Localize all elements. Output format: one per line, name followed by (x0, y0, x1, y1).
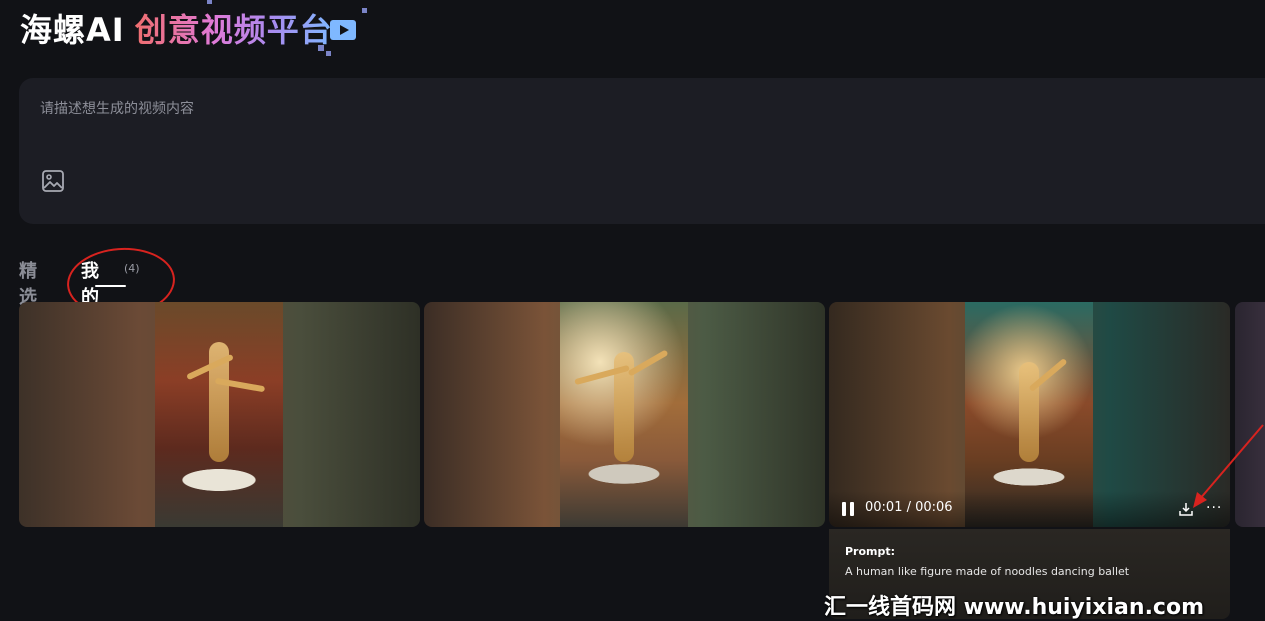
logo-pixel-decoration (326, 51, 331, 56)
noodle-figure (1019, 362, 1039, 462)
prompt-input-box[interactable]: 请描述想生成的视频内容 (19, 78, 1265, 224)
app-logo[interactable]: 海螺AI 创意视频平台 (20, 6, 333, 50)
video-card-playing[interactable]: 00:01 / 00:06 ··· (829, 302, 1230, 527)
video-thumbnail (560, 302, 688, 527)
watermark-text: 汇一线首码网 www.huiyixian.com (824, 595, 1205, 620)
logo-main-text: 海螺AI (20, 11, 125, 49)
image-icon[interactable] (40, 168, 66, 194)
pause-icon[interactable] (842, 502, 854, 516)
logo-sub-text: 创意视频平台 (135, 5, 333, 51)
video-card[interactable] (424, 302, 825, 527)
video-thumbnail (155, 302, 283, 527)
logo-pixel-decoration (318, 45, 324, 51)
prompt-label: Prompt: (845, 545, 896, 558)
logo-pixel-decoration (207, 0, 212, 4)
annotation-arrow (1193, 424, 1264, 508)
player-controls: 00:01 / 00:06 ··· (829, 491, 1230, 527)
video-card[interactable] (19, 302, 420, 527)
logo-pixel-decoration (362, 8, 367, 13)
play-icon (330, 20, 356, 40)
prompt-text: A human like figure made of noodles danc… (845, 565, 1130, 578)
playback-time: 00:01 / 00:06 (865, 500, 953, 515)
prompt-placeholder[interactable]: 请描述想生成的视频内容 (40, 98, 194, 118)
